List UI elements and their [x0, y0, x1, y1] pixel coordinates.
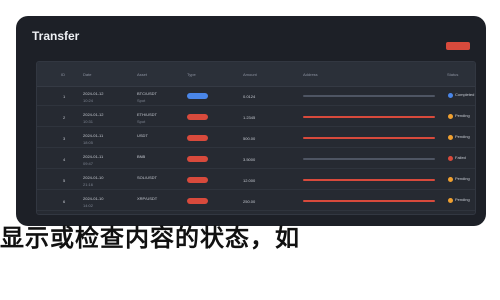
- cell-id: 5: [63, 178, 66, 183]
- status-label: Pending: [455, 197, 470, 202]
- cell-asset-sub: Spot: [137, 98, 146, 103]
- header-asset: Asset: [137, 72, 148, 77]
- cell-amount: 500.00: [243, 136, 256, 141]
- cell-time: 10:31: [83, 119, 94, 124]
- header-amount: Amount: [243, 72, 257, 77]
- status-dot-icon: [448, 114, 453, 119]
- cell-date: 2024-01-11: [83, 154, 104, 159]
- cell-date: 2024-01-12: [83, 112, 104, 117]
- cell-id: 4: [63, 157, 66, 162]
- type-badge: [187, 156, 208, 162]
- status-label: Pending: [455, 113, 470, 118]
- cell-time: 18:05: [83, 140, 94, 145]
- header-address: Address: [303, 72, 318, 77]
- status-label: Pending: [455, 134, 470, 139]
- status-dot-icon: [448, 198, 453, 203]
- cell-date: 2024-01-10: [83, 175, 104, 180]
- table-row[interactable]: 3 2024-01-11 18:05 USDT 500.00 Pending: [37, 129, 475, 148]
- table-row[interactable]: 2 2024-01-12 10:31 ETH/USDT Spot 1.2345 Pendin…: [37, 108, 475, 127]
- cell-time: 09:47: [83, 161, 94, 166]
- type-badge: [187, 135, 208, 141]
- table-row[interactable]: 4 2024-01-11 09:47 BNB 3.5000 Failed: [37, 150, 475, 169]
- table-row[interactable]: 1 2024-01-12 10:24 BTC/USDT Spot 0.0124 Comple…: [37, 87, 475, 106]
- transfer-window: Transfer ID Date Asset Type Amount Addre…: [16, 16, 486, 226]
- address-bar: [303, 179, 435, 181]
- cell-amount: 250.00: [243, 199, 256, 204]
- banner-text: 显示或检查内容的状态，如: [0, 223, 300, 252]
- cell-date: 2024-01-12: [83, 91, 104, 96]
- cell-asset: USDT: [137, 133, 148, 138]
- address-bar: [303, 200, 435, 202]
- window-title: Transfer: [32, 29, 80, 43]
- header-id: ID: [61, 72, 65, 77]
- table-row[interactable]: 6 2024-01-10 14:02 XRP/USDT 250.00 Pending: [37, 192, 475, 211]
- cell-asset-sub: Spot: [137, 119, 146, 124]
- table-row[interactable]: 5 2024-01-10 21:16 SOL/USDT 12.000 Pending: [37, 171, 475, 190]
- header-type: Type: [187, 72, 196, 77]
- cell-amount: 12.000: [243, 178, 256, 183]
- cell-amount: 3.5000: [243, 157, 256, 162]
- status-label: Completed: [455, 92, 475, 97]
- status-dot-icon: [448, 135, 453, 140]
- cell-asset: ETH/USDT: [137, 112, 157, 117]
- cell-time: 10:24: [83, 98, 94, 103]
- cell-id: 1: [63, 94, 66, 99]
- cell-time: 14:02: [83, 203, 94, 208]
- cell-date: 2024-01-10: [83, 196, 104, 201]
- cell-date: 2024-01-11: [83, 133, 104, 138]
- header-status: Status: [447, 72, 459, 77]
- type-badge: [187, 114, 208, 120]
- cell-amount: 1.2345: [243, 115, 256, 120]
- status-dot-icon: [448, 156, 453, 161]
- status-label: Failed: [455, 155, 466, 160]
- type-badge: [187, 93, 208, 99]
- address-bar: [303, 95, 435, 97]
- cell-asset: BTC/USDT: [137, 91, 157, 96]
- cell-id: 3: [63, 136, 66, 141]
- address-bar: [303, 158, 435, 160]
- table-header: ID Date Asset Type Amount Address Status: [37, 62, 475, 87]
- address-bar: [303, 137, 435, 139]
- status-label: Pending: [455, 176, 470, 181]
- header-date: Date: [83, 72, 92, 77]
- cell-id: 2: [63, 115, 66, 120]
- type-badge: [187, 198, 208, 204]
- cell-amount: 0.0124: [243, 94, 256, 99]
- status-dot-icon: [448, 177, 453, 182]
- cell-time: 21:16: [83, 182, 94, 187]
- cell-id: 6: [63, 199, 66, 204]
- action-button[interactable]: [446, 42, 470, 50]
- address-bar: [303, 116, 435, 118]
- cell-asset: BNB: [137, 154, 146, 159]
- status-dot-icon: [448, 93, 453, 98]
- cell-asset: SOL/USDT: [137, 175, 158, 180]
- transfer-table: ID Date Asset Type Amount Address Status…: [36, 61, 476, 215]
- type-badge: [187, 177, 208, 183]
- cell-asset: XRP/USDT: [137, 196, 158, 201]
